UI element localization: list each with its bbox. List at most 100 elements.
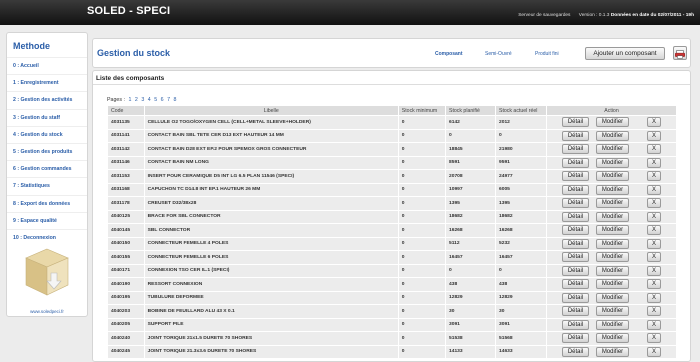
sidebar-item-export[interactable]: 8 : Export des données — [7, 194, 87, 212]
col-stock-plan: Stock planifié — [446, 106, 496, 115]
cell-stock-min: 0 — [398, 156, 446, 169]
delete-button[interactable]: X — [646, 130, 661, 141]
delete-button[interactable]: X — [646, 292, 661, 303]
page-title: Gestion du stock — [97, 48, 171, 58]
detail-button[interactable]: Détail — [561, 211, 589, 222]
modify-button[interactable]: Modifier — [595, 130, 629, 141]
sidebar-item-activites[interactable]: 2 : Gestion des activités — [7, 91, 87, 108]
modify-button[interactable]: Modifier — [595, 211, 629, 222]
delete-button[interactable]: X — [646, 144, 661, 155]
delete-button[interactable]: X — [646, 238, 661, 249]
cell-actions: Détail Modifier X — [546, 156, 676, 169]
modify-button[interactable]: Modifier — [595, 319, 629, 330]
sidebar-item-qualite[interactable]: 9 : Espace qualité — [7, 211, 87, 229]
detail-button[interactable]: Détail — [561, 333, 589, 344]
cell-stock-plan: 18682 — [446, 210, 496, 223]
modify-button[interactable]: Modifier — [595, 292, 629, 303]
modify-button[interactable]: Modifier — [595, 198, 629, 209]
page-link[interactable]: 5 — [154, 97, 157, 103]
detail-button[interactable]: Détail — [561, 157, 589, 168]
detail-button[interactable]: Détail — [561, 252, 589, 263]
add-component-button[interactable]: Ajouter un composant — [585, 47, 665, 60]
detail-button[interactable]: Détail — [561, 198, 589, 209]
delete-button[interactable]: X — [646, 117, 661, 128]
sidebar-item-stock[interactable]: 4 : Gestion du stock — [7, 125, 87, 143]
sidebar-item-commandes[interactable]: 6 : Gestion commandes — [7, 160, 87, 177]
detail-button[interactable]: Détail — [561, 292, 589, 303]
detail-button[interactable]: Détail — [561, 265, 589, 276]
components-table: Code Libelle Stock minimum Stock planifi… — [107, 105, 677, 359]
detail-button[interactable]: Détail — [561, 319, 589, 330]
page-link[interactable]: 2 — [135, 97, 138, 103]
cell-stock-reel: 51568 — [496, 332, 546, 345]
component-list-panel: Liste des composants Pages : 1 2 3 4 5 6… — [92, 70, 691, 362]
modify-button[interactable]: Modifier — [595, 346, 629, 357]
delete-button[interactable]: X — [646, 265, 661, 276]
modify-button[interactable]: Modifier — [595, 333, 629, 344]
modify-button[interactable]: Modifier — [595, 238, 629, 249]
delete-button[interactable]: X — [646, 333, 661, 344]
page-link[interactable]: 4 — [148, 97, 151, 103]
table-row: 4031142 CONTACT BAIN D28 EXT EP.2 POUR SP… — [108, 143, 676, 156]
sidebar-item-accueil[interactable]: 0 : Accueil — [7, 57, 87, 74]
delete-button[interactable]: X — [646, 171, 661, 182]
print-button[interactable] — [673, 46, 687, 60]
delete-button[interactable]: X — [646, 198, 661, 209]
cell-actions: Détail Modifier X — [546, 278, 676, 291]
page-link[interactable]: 3 — [141, 97, 144, 103]
sidebar-item-enregistrement[interactable]: 1 : Enregistrement — [7, 74, 87, 91]
delete-button[interactable]: X — [646, 279, 661, 290]
cell-actions: Détail Modifier X — [546, 345, 676, 358]
sidebar-item-staff[interactable]: 3 : Gestion du staff — [7, 108, 87, 126]
page-link[interactable]: 1 — [128, 97, 131, 103]
modify-button[interactable]: Modifier — [595, 184, 629, 195]
page-link[interactable]: 7 — [167, 97, 170, 103]
delete-button[interactable]: X — [646, 252, 661, 263]
detail-button[interactable]: Détail — [561, 130, 589, 141]
cell-stock-min: 0 — [398, 332, 446, 345]
modify-button[interactable]: Modifier — [595, 225, 629, 236]
delete-button[interactable]: X — [646, 306, 661, 317]
cell-stock-min: 0 — [398, 251, 446, 264]
modify-button[interactable]: Modifier — [595, 171, 629, 182]
page-link[interactable]: 8 — [174, 97, 177, 103]
modify-button[interactable]: Modifier — [595, 265, 629, 276]
tab-semi-ouvre[interactable]: Semi-Ouvré — [485, 51, 512, 57]
modify-button[interactable]: Modifier — [595, 144, 629, 155]
delete-button[interactable]: X — [646, 319, 661, 330]
cell-code: 4040245 — [108, 345, 144, 358]
modify-button[interactable]: Modifier — [595, 279, 629, 290]
table-row: 4031168 CAPUCHON TC D14.8 INT EP.1 HAUTEU… — [108, 183, 676, 196]
modify-button[interactable]: Modifier — [595, 157, 629, 168]
detail-button[interactable]: Détail — [561, 238, 589, 249]
detail-button[interactable]: Détail — [561, 306, 589, 317]
sidebar-item-produits[interactable]: 5 : Gestion des produits — [7, 142, 87, 160]
modify-button[interactable]: Modifier — [595, 306, 629, 317]
delete-button[interactable]: X — [646, 157, 661, 168]
cell-actions: Détail Modifier X — [546, 224, 676, 237]
table-row: 4031178 CREUSET D32/38x28 0 1395 1395 Détail M… — [108, 197, 676, 210]
modify-button[interactable]: Modifier — [595, 117, 629, 128]
cell-stock-plan: 20708 — [446, 170, 496, 183]
detail-button[interactable]: Détail — [561, 117, 589, 128]
backup-server-label: Serveur de sauvegardes — [518, 13, 571, 18]
modify-button[interactable]: Modifier — [595, 252, 629, 263]
tab-composant[interactable]: Composant — [435, 51, 463, 57]
cell-stock-plan: 14133 — [446, 345, 496, 358]
delete-button[interactable]: X — [646, 225, 661, 236]
sidebar-item-statistiques[interactable]: 7 : Statistiques — [7, 177, 87, 194]
detail-button[interactable]: Détail — [561, 171, 589, 182]
detail-button[interactable]: Détail — [561, 144, 589, 155]
site-link[interactable]: www.soledpeci.fr — [7, 309, 87, 314]
detail-button[interactable]: Détail — [561, 225, 589, 236]
detail-button[interactable]: Détail — [561, 346, 589, 357]
delete-button[interactable]: X — [646, 346, 661, 357]
sidebar-item-deconnexion[interactable]: 10 : Deconnexion — [7, 228, 87, 246]
detail-button[interactable]: Détail — [561, 184, 589, 195]
tab-produit-fini[interactable]: Produit fini — [535, 51, 559, 57]
delete-button[interactable]: X — [646, 184, 661, 195]
delete-button[interactable]: X — [646, 211, 661, 222]
detail-button[interactable]: Détail — [561, 279, 589, 290]
page-link[interactable]: 6 — [161, 97, 164, 103]
table-row: 4031153 INSERT POUR CERAMIQUE D5 INT LG 6… — [108, 170, 676, 183]
